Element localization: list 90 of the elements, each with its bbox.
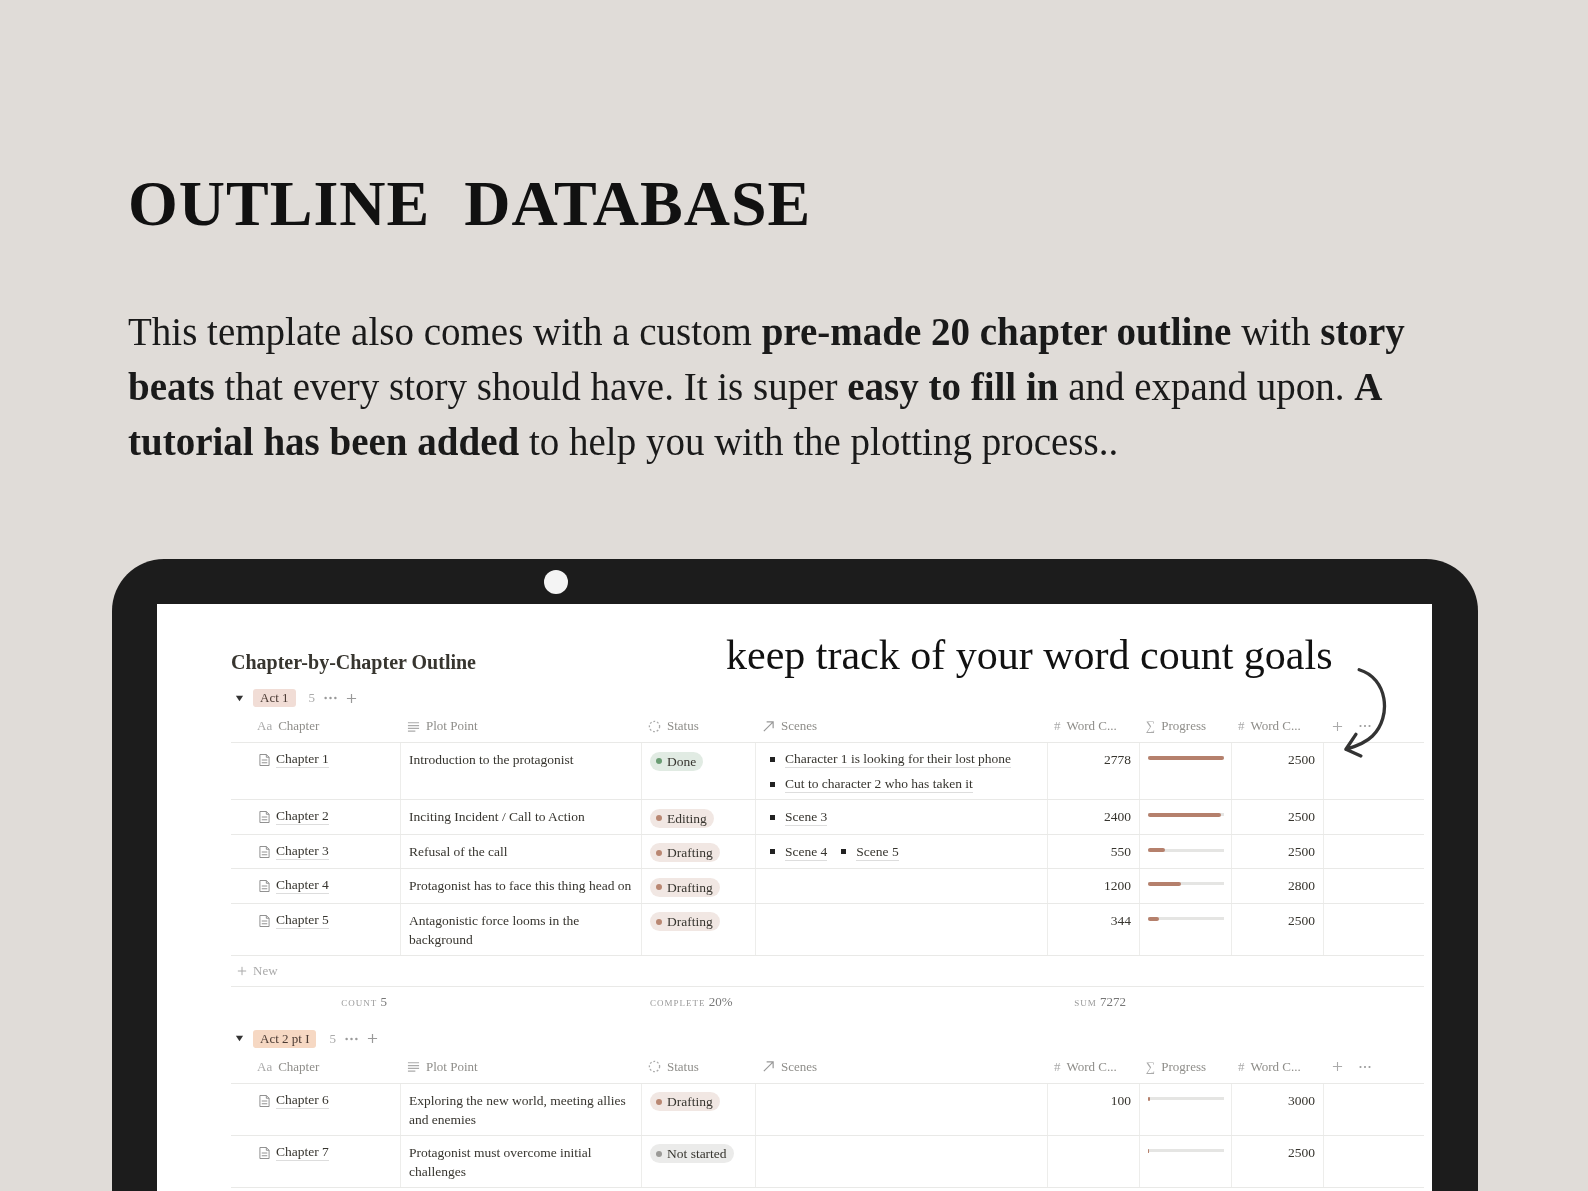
group-tag[interactable]: Act 1 [253,689,296,707]
lines-icon [407,1060,420,1073]
complete-aggregate: COMPLETE 20% [650,993,733,1009]
word-count-value: 344 [1110,912,1131,928]
bullet-icon [770,814,775,820]
scene-link[interactable]: Scene 3 [785,808,828,827]
more-icon[interactable] [1359,1064,1371,1069]
scene-link[interactable]: Character 1 is looking for their lost phone [785,750,1012,768]
word-count-value: 2778 [1104,752,1131,767]
camera-icon [544,570,568,594]
property-type-icon: # [1238,1058,1245,1075]
caret-icon[interactable] [235,1034,244,1043]
property-type-icon: # [1238,718,1245,734]
property-type-icon: ∑ [1146,718,1156,734]
word-count-value: 550 [1110,843,1131,859]
chapter-link[interactable]: Chapter 3 [276,841,329,860]
plot-point-text: Inciting Incident / Call to Action [409,809,585,824]
word-count-value: 2400 [1104,809,1131,824]
page-icon [259,810,270,824]
column-header[interactable]: Plot Point [401,710,642,742]
scene-link[interactable]: Scene 4 [785,842,828,861]
more-icon[interactable] [344,1036,358,1041]
plot-point-text: Protagonist has to face this thing head on [409,878,632,893]
word-goal-value: 2500 [1288,1144,1315,1160]
page-icon [259,1093,270,1108]
group-count: 5 [308,690,316,706]
chapter-link[interactable]: Chapter 7 [276,1142,329,1161]
property-type-icon: # [1054,718,1061,734]
group-tag[interactable]: Act 2 pt I [253,1029,317,1048]
property-type-icon: Aa [257,718,273,734]
plot-point-text: Refusal of the call [409,843,508,859]
slide-heading: OUTLINE DATABASE [128,172,812,236]
add-icon [237,965,247,976]
status-tag[interactable]: Drafting [650,912,720,931]
count-aggregate: COUNT 5 [341,993,387,1009]
plot-point-text: Antagonistic force looms in the background [409,912,580,947]
scene-link[interactable]: Cut to character 2 who has taken it [785,775,973,793]
add-column-icon[interactable] [1332,720,1343,732]
status-tag[interactable]: Drafting [650,1092,720,1111]
chapter-link[interactable]: Chapter 5 [276,910,329,929]
arrow-icon [762,1060,775,1073]
word-goal-value: 2500 [1288,912,1315,928]
arrow-icon [762,719,775,733]
status-tag[interactable]: Not started [650,1144,734,1163]
page-icon [259,913,270,928]
word-count-value: 1200 [1104,878,1131,893]
group-count: 5 [329,1030,336,1047]
property-type-icon: Aa [257,1058,273,1075]
status-icon [648,1060,661,1073]
more-icon[interactable] [324,696,338,700]
word-count-value: 100 [1110,1092,1131,1108]
property-type-icon: # [1054,1058,1061,1075]
bullet-icon [841,849,847,855]
column-header[interactable]: Plot Point [401,1050,642,1083]
plot-point-text: Protagonist must overcome initial challenges [409,1144,592,1179]
plot-point-text: Introduction to the protagonist [409,752,574,767]
word-goal-value: 3000 [1288,1092,1315,1108]
bullet-icon [770,849,775,855]
word-goal-value: 2800 [1288,878,1315,893]
add-column-icon[interactable] [1332,1061,1343,1072]
status-tag[interactable]: Done [650,751,704,771]
sum-aggregate: SUM 7272 [1074,993,1126,1009]
plot-point-text: Exploring the new world, meeting allies and enemies [409,1092,626,1127]
page-icon [259,879,270,893]
bullet-icon [770,756,775,762]
chapter-link[interactable]: Chapter 1 [276,750,329,768]
database-title: Chapter-by-Chapter Outline [231,651,476,676]
bullet-icon [770,781,775,787]
scene-link[interactable]: Scene 5 [856,842,899,861]
annotation-text: keep track of your word count goals [726,634,1333,676]
chapter-link[interactable]: Chapter 6 [276,1090,329,1109]
property-type-icon: ∑ [1146,1058,1156,1075]
status-icon [648,719,661,733]
word-goal-value: 2500 [1288,809,1315,824]
chapter-link[interactable]: Chapter 4 [276,876,329,894]
chapter-link[interactable]: Chapter 2 [276,807,329,825]
page-icon [259,1145,270,1160]
word-goal-value: 2500 [1288,752,1315,767]
add-icon[interactable] [366,1033,378,1044]
lines-icon [407,719,420,733]
status-tag[interactable]: Drafting [650,843,720,862]
word-goal-value: 2500 [1288,843,1315,859]
add-icon[interactable] [346,692,358,704]
caret-icon[interactable] [235,693,244,703]
page-icon [259,753,270,767]
more-icon[interactable] [1359,724,1371,728]
status-tag[interactable]: Editing [650,808,714,828]
status-tag[interactable]: Drafting [650,877,720,897]
intro-paragraph: This template also comes with a custom pre-made 20 chapter outline with story beats that every story should have. It is super easy to fill in and expand upon. A tutorial has been added to help you with the plotting process.. [128,309,1406,466]
page-icon [259,844,270,859]
